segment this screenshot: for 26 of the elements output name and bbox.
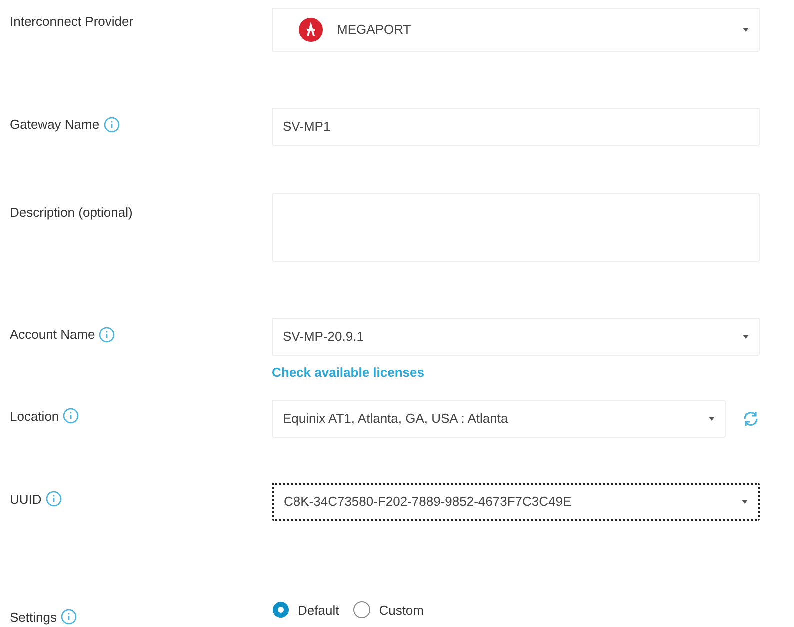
info-icon[interactable] <box>46 491 62 508</box>
refresh-icon[interactable] <box>742 410 760 428</box>
info-icon[interactable] <box>63 408 80 424</box>
caret-icon <box>743 335 749 339</box>
radio-option[interactable]: Default <box>272 600 340 620</box>
dropdown[interactable]: C8K-34C73580-F202-7889-9852-4673F7C3C49E <box>272 482 760 520</box>
field-label: Account Name <box>10 326 96 344</box>
dropdown[interactable]: MEGAPORT <box>272 8 760 52</box>
field-label: UUID <box>10 490 42 508</box>
field-label: Location <box>10 408 60 426</box>
field-label: Gateway Name <box>10 116 100 134</box>
dropdown[interactable]: SV-MP-20.9.1 <box>272 318 760 356</box>
caret-icon <box>709 416 715 420</box>
info-icon[interactable] <box>104 116 120 133</box>
radio-icon[interactable] <box>272 601 290 620</box>
caret-icon <box>743 28 749 32</box>
radio-icon[interactable] <box>353 601 372 620</box>
field-label: Interconnect Provider <box>10 13 134 31</box>
field-label: Settings <box>10 608 57 627</box>
input-field[interactable]: SV-MP1 <box>272 108 760 146</box>
field-label: Description (optional) <box>10 204 133 222</box>
caret-icon <box>742 500 748 504</box>
dropdown[interactable]: Equinix AT1, Atlanta, GA, USA : Atlanta <box>272 400 726 438</box>
radio-option[interactable]: Custom <box>353 600 424 620</box>
info-icon[interactable] <box>99 326 116 343</box>
info-icon[interactable] <box>60 609 77 626</box>
